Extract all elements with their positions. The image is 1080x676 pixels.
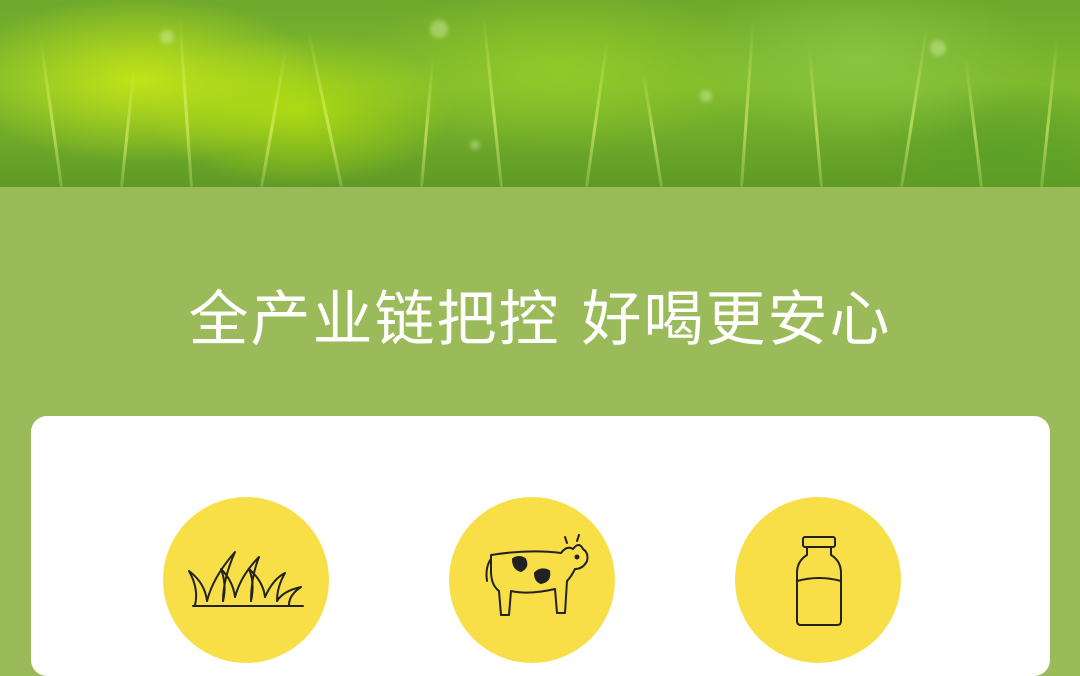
grass-icon: [188, 551, 304, 607]
feature-cow: [449, 497, 615, 663]
page-headline: 全产业链把控 好喝更安心: [188, 285, 892, 355]
cow-icon: [485, 534, 589, 616]
milk-bottle-icon: [796, 536, 842, 626]
feature-grass: [163, 497, 329, 663]
hero-banner-image: [0, 0, 1080, 187]
feature-milk: [735, 497, 901, 663]
